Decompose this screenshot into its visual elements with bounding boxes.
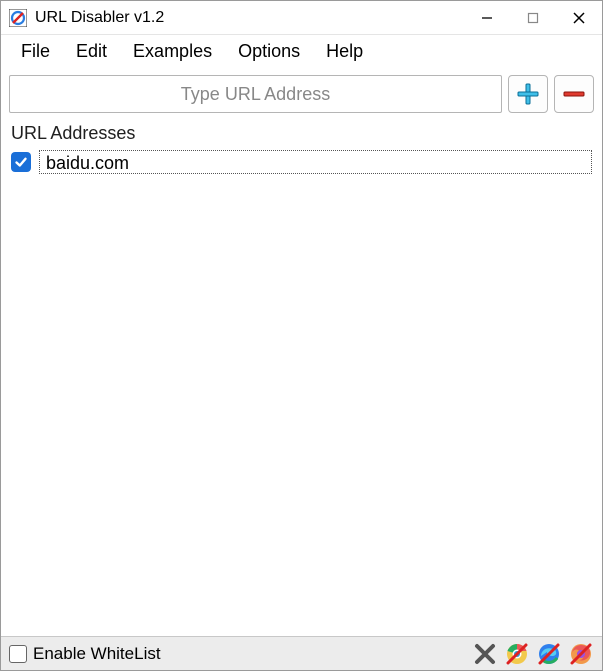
list-item-checkbox[interactable]	[11, 152, 31, 172]
list-item-url[interactable]: baidu.com	[39, 150, 592, 174]
x-icon	[474, 643, 496, 665]
app-window: URL Disabler v1.2 File Edit Examples Opt…	[0, 0, 603, 671]
menubar: File Edit Examples Options Help	[1, 35, 602, 67]
maximize-button[interactable]	[510, 1, 556, 35]
minus-icon	[561, 81, 587, 107]
plus-icon	[515, 81, 541, 107]
block-chrome-button[interactable]	[504, 641, 530, 667]
menu-file[interactable]: File	[9, 37, 62, 66]
url-list: baidu.com	[9, 148, 594, 630]
add-url-button[interactable]	[508, 75, 548, 113]
block-firefox-button[interactable]	[568, 641, 594, 667]
whitelist-checkbox[interactable]	[9, 645, 27, 663]
toolbar	[1, 67, 602, 119]
window-title: URL Disabler v1.2	[35, 9, 164, 27]
block-edge-button[interactable]	[536, 641, 562, 667]
menu-edit[interactable]: Edit	[64, 37, 119, 66]
statusbar: Enable WhiteList	[1, 636, 602, 670]
firefox-blocked-icon	[569, 642, 593, 666]
close-button[interactable]	[556, 1, 602, 35]
menu-examples[interactable]: Examples	[121, 37, 224, 66]
check-icon	[14, 155, 28, 169]
delete-all-button[interactable]	[472, 641, 498, 667]
menu-help[interactable]: Help	[314, 37, 375, 66]
list-item[interactable]: baidu.com	[9, 148, 594, 176]
titlebar: URL Disabler v1.2	[1, 1, 602, 35]
remove-url-button[interactable]	[554, 75, 594, 113]
app-icon	[9, 9, 27, 27]
chrome-blocked-icon	[505, 642, 529, 666]
menu-options[interactable]: Options	[226, 37, 312, 66]
url-addresses-label: URL Addresses	[1, 119, 602, 148]
edge-blocked-icon	[537, 642, 561, 666]
url-input[interactable]	[9, 75, 502, 113]
whitelist-label: Enable WhiteList	[33, 644, 161, 664]
minimize-button[interactable]	[464, 1, 510, 35]
